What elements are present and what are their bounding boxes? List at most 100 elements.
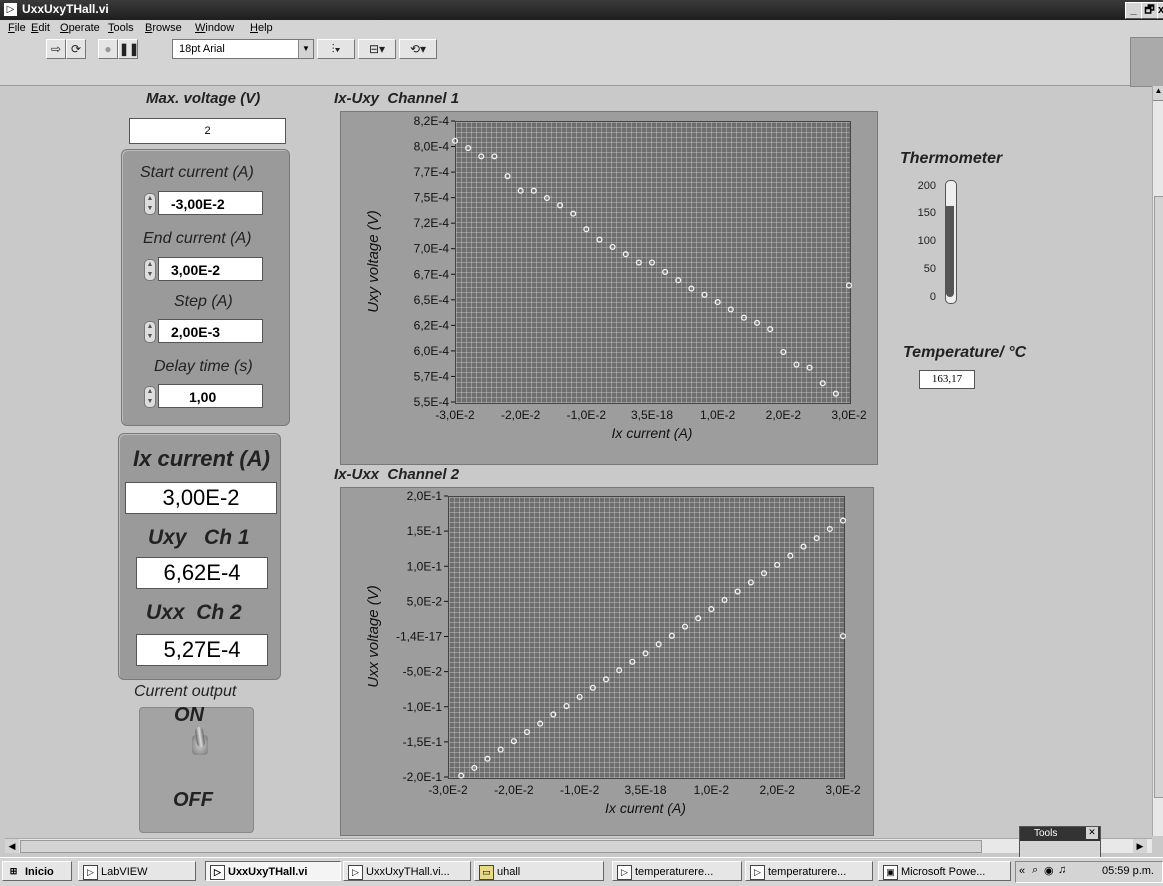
end-current-input[interactable]: 3,00E-2	[158, 257, 263, 281]
start-current-input[interactable]: -3,00E-2	[158, 191, 263, 215]
scroll-up-icon[interactable]: ▲	[1153, 86, 1163, 101]
data-point	[629, 658, 636, 665]
run-arrow-icon[interactable]: ⇨	[46, 39, 66, 59]
graph2-svg: 2,0E-1 1,5E-1 1,0E-1 5,0E-2 -1,4E-17 -5,0E-2 -…	[365, 489, 861, 816]
data-point	[832, 390, 839, 397]
x-tick-label: 2,0E-2	[759, 783, 795, 797]
system-tray: « ⌕ ◉ ♫ 05:59 p.m.	[1015, 861, 1163, 883]
y-tick-label: 7,5E-4	[414, 191, 450, 205]
horizontal-scrollbar[interactable]: ◀ ▶	[5, 838, 1152, 853]
data-point	[688, 285, 695, 292]
tools-palette[interactable]: Tools ✕	[1019, 826, 1101, 858]
tray-expand-icon[interactable]: «	[1019, 865, 1025, 877]
scroll-left-icon[interactable]: ◀	[5, 839, 19, 853]
maximize-button[interactable]: 🗗	[1141, 2, 1158, 19]
x-tick-label: 3,5E-18	[624, 783, 666, 797]
data-point	[530, 187, 537, 194]
delay-time-input[interactable]: 1,00	[158, 384, 263, 408]
search-icon[interactable]: ⌕	[1032, 864, 1038, 877]
data-point	[589, 684, 596, 691]
x-tick-label: 1,0E-2	[700, 408, 736, 422]
data-point	[754, 319, 761, 326]
data-point	[740, 314, 747, 321]
data-point	[675, 277, 682, 284]
run-continuously-icon[interactable]: ⟳	[66, 39, 86, 59]
taskbar-item-powerpoint[interactable]: ▣ Microsoft Powe...	[878, 861, 1011, 881]
x-tick-label: 3,5E-18	[631, 408, 673, 422]
taskbar-item-temperature-2[interactable]: ▷ temperaturere...	[745, 861, 873, 881]
data-point	[616, 667, 623, 674]
minimize-button[interactable]: _	[1125, 2, 1142, 19]
start-current-spinner[interactable]: ▲ ▼	[144, 193, 156, 215]
x-tick-label: -2,0E-2	[501, 408, 541, 422]
tools-palette-titlebar: Tools ✕	[1020, 827, 1100, 841]
data-point	[701, 291, 708, 298]
toolbar: ⇨ ⟳ ● ❚❚ 18pt Arial ▼ ⫶▾ ⊟▾ ⟲▾	[0, 37, 1163, 86]
data-point	[550, 711, 557, 718]
y-axis-label: Uxy voltage (V)	[365, 210, 382, 313]
max-voltage-input[interactable]: 2	[129, 118, 286, 144]
pause-icon[interactable]: ❚❚	[118, 39, 139, 59]
data-point	[543, 194, 550, 202]
data-point	[813, 535, 820, 542]
x-tick-label: -1,0E-2	[567, 408, 607, 422]
taskbar-item-temperature-1[interactable]: ▷ temperaturere...	[612, 861, 742, 881]
start-current-label: Start current (A)	[140, 164, 254, 181]
step-input[interactable]: 2,00E-3	[158, 319, 263, 343]
labview-icon: ▷	[83, 865, 98, 880]
labview-icon: ▷	[210, 865, 225, 880]
volume-icon[interactable]: ♫	[1058, 864, 1066, 876]
menu-window[interactable]: Window	[195, 22, 234, 34]
align-objects-icon[interactable]: ⫶▾	[317, 39, 355, 59]
switch-off-label: OFF	[173, 789, 213, 811]
y-tick-label: 6,0E-4	[414, 344, 450, 358]
abort-icon[interactable]: ●	[98, 39, 118, 59]
taskbar: ⊞ Inicio ▷ LabVIEW ▷ UxxUxyTHall.vi ▷ UxxUx…	[0, 857, 1163, 886]
y-tick-label: 6,7E-4	[414, 267, 450, 281]
close-button[interactable]: x	[1157, 2, 1163, 19]
scroll-right-icon[interactable]: ▶	[1133, 839, 1147, 853]
data-point	[681, 623, 689, 630]
menu-help[interactable]: Help	[250, 22, 273, 34]
menu-tools[interactable]: Tools	[108, 22, 134, 34]
data-point	[655, 641, 662, 648]
vertical-scrollbar[interactable]: ▲	[1152, 86, 1163, 836]
x-axis-label: Ix current (A)	[605, 800, 686, 816]
data-point	[602, 676, 610, 683]
reorder-icon[interactable]: ⟲▾	[399, 39, 437, 59]
data-point	[557, 202, 564, 209]
font-select[interactable]: 18pt Arial ▼	[172, 39, 314, 59]
data-point	[484, 755, 491, 762]
y-tick-label: 8,2E-4	[414, 114, 450, 128]
step-spinner[interactable]: ▲ ▼	[144, 321, 156, 343]
data-point	[570, 210, 577, 217]
start-label: Inicio	[25, 866, 54, 878]
thermo-tick-100: 100	[917, 235, 936, 247]
close-icon[interactable]: ✕	[1086, 827, 1098, 839]
menu-edit[interactable]: Edit	[31, 22, 50, 34]
vertical-scroll-thumb[interactable]	[1154, 196, 1163, 798]
taskbar-item-labview[interactable]: ▷ LabVIEW	[78, 861, 196, 881]
delay-time-spinner[interactable]: ▲ ▼	[144, 386, 156, 408]
taskbar-item-uhall[interactable]: ▭ uhall	[474, 861, 604, 881]
data-point	[708, 606, 715, 613]
uxx-ch2-label: Uxx Ch 2	[146, 601, 242, 624]
menu-operate[interactable]: Operate	[60, 22, 100, 34]
vi-icon-thumbnail	[1130, 37, 1163, 87]
taskbar-item-label: temperaturere...	[635, 866, 714, 878]
distribute-objects-icon[interactable]: ⊟▾	[358, 39, 396, 59]
end-current-spinner[interactable]: ▲ ▼	[144, 259, 156, 281]
data-point	[451, 137, 459, 144]
ix-current-display: 3,00E-2	[125, 482, 277, 514]
menu-browse[interactable]: Browse	[145, 22, 182, 34]
y-tick-label: 6,2E-4	[414, 318, 450, 332]
network-icon[interactable]: ◉	[1044, 864, 1054, 877]
data-point	[576, 693, 583, 700]
title-bar[interactable]: ▷ UxxUxyTHall.vi _ 🗗 x	[0, 0, 1163, 20]
taskbar-item-vi-diagram[interactable]: ▷ UxxUxyTHall.vi...	[343, 861, 471, 881]
data-point	[787, 552, 794, 559]
taskbar-item-vi-active[interactable]: ▷ UxxUxyTHall.vi	[205, 861, 341, 881]
horizontal-scroll-thumb[interactable]	[20, 840, 982, 853]
menu-file[interactable]: File	[8, 22, 26, 34]
start-button[interactable]: ⊞ Inicio	[2, 861, 72, 881]
